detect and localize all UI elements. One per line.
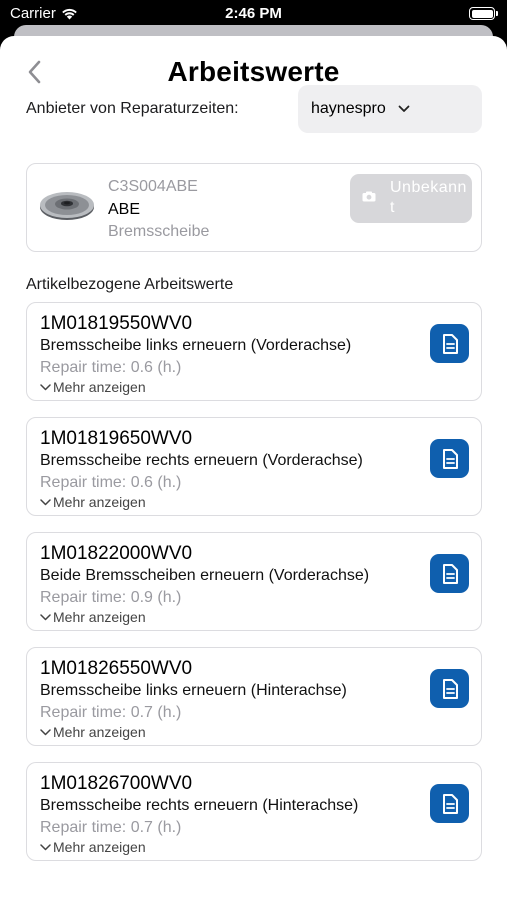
document-button[interactable]	[430, 669, 469, 708]
work-code: 1M01819650WV0	[40, 428, 193, 449]
document-button[interactable]	[430, 554, 469, 593]
work-repair-time: Repair time: 0.7 (h.)	[40, 819, 182, 836]
availability-status-label: Unbekannt	[390, 179, 467, 216]
work-description: Bremsscheibe links erneuern (Hinterachse…	[40, 682, 347, 699]
page-title: Arbeitswerte	[167, 56, 340, 87]
document-button[interactable]	[430, 324, 469, 363]
show-more-link[interactable]: Mehr anzeigen	[40, 609, 146, 625]
show-more-link[interactable]: Mehr anzeigen	[40, 379, 146, 395]
work-value-item[interactable]: 1M01826700WV0 Bremsscheibe rechts erneue…	[26, 762, 482, 861]
status-time: 2:46 PM	[225, 5, 282, 22]
show-more-label: Mehr anzeigen	[53, 724, 146, 740]
chevron-down-icon	[40, 498, 51, 505]
provider-row: Anbieter von Reparaturzeiten: haynespro	[26, 85, 482, 133]
work-code: 1M01826550WV0	[40, 658, 193, 679]
chevron-down-icon	[40, 843, 51, 850]
product-code: C3S004ABE	[108, 178, 198, 195]
brake-disc-image	[40, 192, 94, 220]
show-more-label: Mehr anzeigen	[53, 609, 146, 625]
product-type: Bremsscheibe	[108, 223, 210, 240]
document-icon	[442, 333, 458, 354]
provider-dropdown[interactable]: haynespro	[298, 85, 482, 133]
show-more-link[interactable]: Mehr anzeigen	[40, 494, 146, 510]
work-description: Bremsscheibe rechts erneuern (Hinterachs…	[40, 797, 359, 814]
show-more-label: Mehr anzeigen	[53, 494, 146, 510]
work-value-item[interactable]: 1M01819650WV0 Bremsscheibe rechts erneue…	[26, 417, 482, 516]
chevron-down-icon	[40, 613, 51, 620]
availability-status-button[interactable]: Unbekannt	[350, 174, 472, 223]
work-value-item[interactable]: 1M01822000WV0 Beide Bremsscheiben erneue…	[26, 532, 482, 631]
work-repair-time: Repair time: 0.6 (h.)	[40, 359, 182, 376]
chevron-down-icon	[398, 105, 410, 112]
work-code: 1M01819550WV0	[40, 313, 193, 334]
work-value-item[interactable]: 1M01826550WV0 Bremsscheibe links erneuer…	[26, 647, 482, 746]
work-repair-time: Repair time: 0.6 (h.)	[40, 474, 182, 491]
battery-icon	[469, 7, 498, 20]
document-button[interactable]	[430, 439, 469, 478]
show-more-link[interactable]: Mehr anzeigen	[40, 839, 146, 855]
show-more-label: Mehr anzeigen	[53, 379, 146, 395]
work-value-list: 1M01819550WV0 Bremsscheibe links erneuer…	[26, 302, 482, 877]
document-icon	[442, 678, 458, 699]
work-code: 1M01826700WV0	[40, 773, 193, 794]
work-description: Bremsscheibe links erneuern (Vorderachse…	[40, 337, 352, 354]
provider-selected-value: haynespro	[311, 100, 386, 117]
chevron-down-icon	[40, 383, 51, 390]
product-brand: ABE	[108, 201, 141, 218]
work-repair-time: Repair time: 0.7 (h.)	[40, 704, 182, 721]
work-description: Bremsscheibe rechts erneuern (Vorderachs…	[40, 452, 363, 469]
work-repair-time: Repair time: 0.9 (h.)	[40, 589, 182, 606]
camera-icon	[362, 191, 376, 202]
document-icon	[442, 448, 458, 469]
provider-label: Anbieter von Reparaturzeiten:	[26, 100, 239, 117]
status-bar: Carrier 2:46 PM	[0, 0, 507, 28]
document-icon	[442, 563, 458, 584]
document-icon	[442, 793, 458, 814]
work-description: Beide Bremsscheiben erneuern (Vorderachs…	[40, 567, 370, 584]
document-button[interactable]	[430, 784, 469, 823]
section-title: Artikelbezogene Arbeitswerte	[26, 276, 234, 293]
show-more-label: Mehr anzeigen	[53, 839, 146, 855]
product-card: C3S004ABE ABE Bremsscheibe Unbekannt	[26, 163, 482, 252]
chevron-down-icon	[40, 728, 51, 735]
show-more-link[interactable]: Mehr anzeigen	[40, 724, 146, 740]
work-value-item[interactable]: 1M01819550WV0 Bremsscheibe links erneuer…	[26, 302, 482, 401]
work-code: 1M01822000WV0	[40, 543, 193, 564]
